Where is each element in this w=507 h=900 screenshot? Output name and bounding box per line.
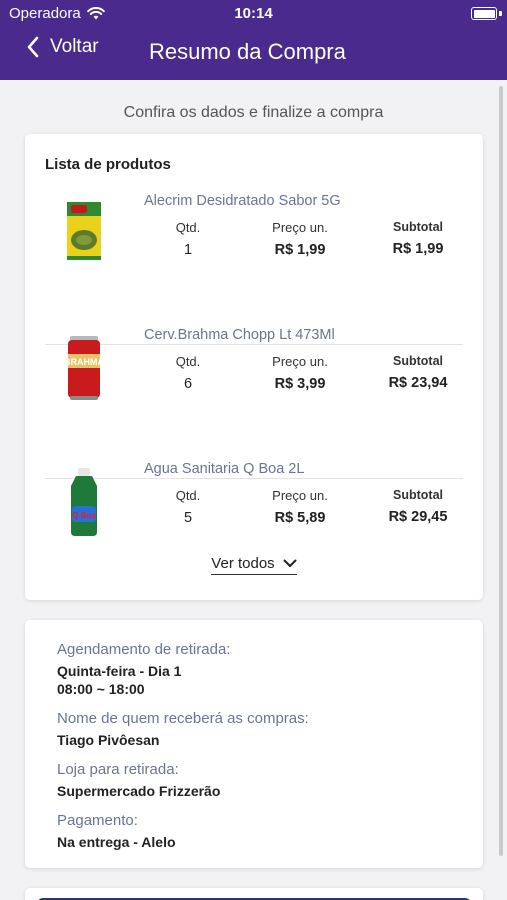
battery-icon [471,7,497,20]
pickup-label: Agendamento de retirada: [57,641,231,658]
store-label: Loja para retirada: [57,761,179,778]
chevron-down-icon [283,559,297,567]
subtotal-column: Subtotal R$ 23,94 [373,354,463,391]
product-name[interactable]: Cerv.Brahma Chopp Lt 473Ml [144,327,335,343]
action-card [25,888,483,900]
subtotal-value: R$ 1,99 [392,241,444,257]
price-label: Preço un. [272,220,328,235]
svg-text:BRAHMA: BRAHMA [64,357,104,367]
price-label: Preço un. [272,354,328,369]
nav-bar: Voltar Resumo da Compra [0,30,507,76]
qty-column: Qtd. 5 [155,488,221,526]
product-row[interactable]: Alecrim Desidratado Sabor 5G Qtd. 1 Preç… [45,178,463,312]
content-scroll-area[interactable]: Confira os dados e finalize a compra Lis… [0,80,507,900]
subtotal-label: Subtotal [393,354,443,368]
products-card: Lista de produtos Alecrim Desidratado Sa… [25,134,483,600]
qty-value: 6 [183,376,193,392]
back-button[interactable]: Voltar [26,36,99,58]
price-label: Preço un. [272,488,328,503]
receiver-value: Tiago Pivôesan [57,732,160,748]
chevron-left-icon [27,36,39,58]
pickup-day: Quinta-feira - Dia 1 [57,663,182,679]
qty-column: Qtd. 6 [155,354,221,392]
store-value: Supermercado Frizzerão [57,783,221,799]
price-column: Preço un. R$ 3,99 [255,354,345,392]
price-value: R$ 1,99 [274,242,326,258]
products-heading: Lista de produtos [45,156,171,173]
battery-tip [499,11,502,16]
subtotal-label: Subtotal [393,220,443,234]
scrollbar[interactable] [499,86,503,856]
price-column: Preço un. R$ 5,89 [255,488,345,526]
payment-value: Na entrega - Alelo [57,834,176,850]
qty-label: Qtd. [175,354,201,369]
payment-label: Pagamento: [57,812,138,829]
status-bar: Operadora 10:14 [0,0,507,28]
price-column: Preço un. R$ 1,99 [255,220,345,258]
pickup-schedule: Agendamento de retirada: Quinta-feira - … [57,641,230,698]
order-details-card: Agendamento de retirada: Quinta-feira - … [25,620,483,868]
subtotal-value: R$ 29,45 [388,509,448,525]
bleach-bottle-icon: Q Boa [71,468,97,536]
page-title: Resumo da Compra [149,39,346,64]
svg-text:Q Boa: Q Boa [72,511,96,520]
see-all-button[interactable]: Ver todos [25,555,483,575]
see-all-label: Ver todos [211,555,275,572]
price-value: R$ 3,99 [274,376,326,392]
receiver-label: Nome de quem receberá as compras: [57,710,309,727]
qty-value: 1 [183,242,193,258]
see-all-link[interactable]: Ver todos [211,555,297,575]
pickup-time: 08:00 ~ 18:00 [57,681,145,697]
price-value: R$ 5,89 [274,510,326,526]
pickup-store: Loja para retirada: Supermercado Frizzer… [57,761,220,800]
qty-label: Qtd. [175,220,201,235]
subtotal-column: Subtotal R$ 29,45 [373,488,463,525]
qty-label: Qtd. [175,488,201,503]
status-time: 10:14 [234,5,273,22]
spice-package-icon [67,202,101,260]
qty-value: 5 [183,510,193,526]
product-name[interactable]: Alecrim Desidratado Sabor 5G [144,193,341,209]
subtotal-label: Subtotal [393,488,443,502]
payment: Pagamento: Na entrega - Alelo [57,812,176,851]
qty-column: Qtd. 1 [155,220,221,258]
receiver: Nome de quem receberá as compras: Tiago … [57,710,309,749]
product-row[interactable]: BRAHMA Cerv.Brahma Chopp Lt 473Ml Qtd. 6… [45,312,463,446]
subtotal-value: R$ 23,94 [388,375,448,391]
beer-can-icon: BRAHMA [64,336,104,400]
subtotal-column: Subtotal R$ 1,99 [373,220,463,257]
intro-text: Confira os dados e finalize a compra [123,104,384,121]
app-header: Operadora 10:14 Voltar Resumo da Compra [0,0,507,80]
product-name[interactable]: Agua Sanitaria Q Boa 2L [144,461,304,477]
back-label: Voltar [50,36,99,57]
